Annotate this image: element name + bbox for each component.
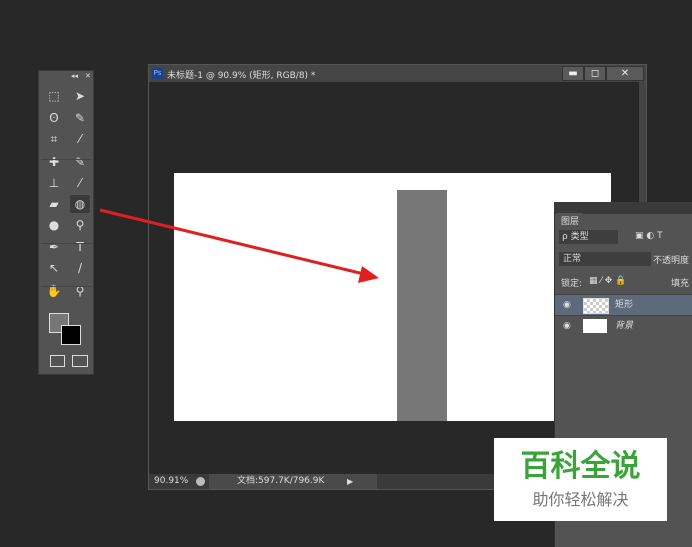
lock-icons[interactable]: ▦ ⁄ ✥ 🔒 xyxy=(589,276,626,286)
eye-icon[interactable]: ◉ xyxy=(563,295,571,315)
blend-mode-select[interactable]: 正常 xyxy=(559,252,651,266)
tab-layers[interactable]: 图层 xyxy=(557,213,584,228)
layer-thumbnail xyxy=(583,319,607,333)
filter-icons[interactable]: ▣ ◐ T xyxy=(635,231,663,241)
layer-name[interactable]: 矩形 xyxy=(615,295,633,315)
layer-row[interactable]: ◉ 矩形 xyxy=(555,294,692,315)
layer-thumbnail xyxy=(583,298,609,314)
lock-label: 锁定: xyxy=(561,279,583,289)
opacity-label: 不透明度 xyxy=(653,256,690,266)
fill-label: 填充 xyxy=(671,279,690,289)
filter-type-select[interactable]: ρ 类型 xyxy=(559,230,618,244)
layer-row[interactable]: ◉ 背景 xyxy=(555,315,692,336)
watermark: 百科全说 助你轻松解决 xyxy=(494,438,667,521)
watermark-title: 百科全说 xyxy=(520,449,641,484)
watermark-subtitle: 助你轻松解决 xyxy=(532,490,629,509)
layer-name[interactable]: 背景 xyxy=(615,316,633,336)
eye-icon[interactable]: ◉ xyxy=(563,316,571,336)
